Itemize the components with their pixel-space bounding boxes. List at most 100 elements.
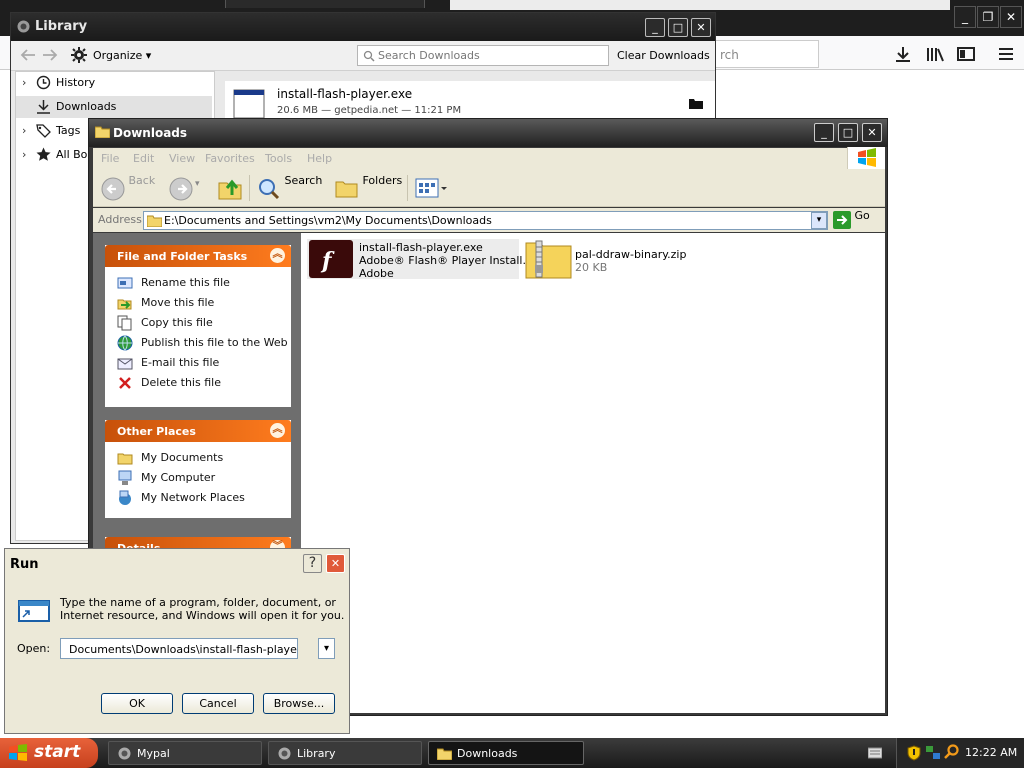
open-dropdown-button[interactable]: ▾ [318, 638, 335, 659]
search-icon[interactable] [944, 744, 960, 760]
browser-tab-strip [450, 0, 950, 10]
address-value: E:\Documents and Settings\vm2\My Documen… [164, 214, 492, 227]
browser-search-input[interactable]: rch [715, 40, 819, 68]
browser-minimize-button[interactable]: _ [954, 6, 976, 28]
back-arrow-icon[interactable] [19, 47, 37, 63]
library-close-button[interactable]: ✕ [691, 18, 711, 37]
search-button[interactable]: Search [257, 174, 322, 201]
download-arrow-icon[interactable] [893, 44, 913, 64]
library-minimize-button[interactable]: _ [645, 18, 665, 37]
go-button[interactable]: Go [833, 209, 870, 229]
task-rename-file[interactable]: Rename this file [117, 275, 230, 293]
menu-help[interactable]: Help [307, 152, 332, 165]
other-places-header[interactable]: Other Places ︽ [105, 420, 291, 442]
place-my-network-places[interactable]: My Network Places [117, 490, 245, 508]
place-my-computer[interactable]: My Computer [117, 470, 215, 488]
open-input[interactable]: Documents\Downloads\install-flash-player… [60, 638, 298, 659]
file-description: Adobe® Flash® Player Install... [359, 254, 533, 267]
organize-button[interactable]: Organize ▾ [93, 49, 151, 62]
expand-arrow-icon[interactable]: › [22, 144, 26, 166]
address-dropdown-button[interactable]: ▾ [811, 212, 827, 229]
taskbar-button-downloads[interactable]: Downloads [428, 741, 584, 765]
windows-logo-icon [847, 147, 885, 169]
explorer-titlebar[interactable]: Downloads [89, 119, 887, 147]
help-button[interactable]: ? [303, 554, 322, 573]
task-publish-web[interactable]: Publish this file to the Web [117, 335, 288, 353]
task-email-file[interactable]: E-mail this file [117, 355, 219, 373]
download-meta: 20.6 MB — getpedia.net — 11:21 PM [277, 105, 462, 116]
explorer-minimize-button[interactable]: _ [814, 123, 834, 142]
cancel-button[interactable]: Cancel [182, 693, 254, 714]
explorer-maximize-button[interactable]: □ [838, 123, 858, 142]
file-folder-tasks-header[interactable]: File and Folder Tasks ︽ [105, 245, 291, 267]
sidebar-item-downloads[interactable]: Downloads [16, 96, 212, 118]
library-title: Library [35, 19, 88, 34]
hamburger-menu-icon[interactable] [996, 44, 1016, 64]
taskbar-button-library[interactable]: Library [268, 741, 422, 765]
menu-file[interactable]: File [101, 152, 119, 165]
expand-arrow-icon[interactable]: › [22, 120, 26, 142]
network-tray-icon[interactable] [925, 745, 941, 761]
task-copy-file[interactable]: Copy this file [117, 315, 213, 333]
library-icon[interactable] [925, 44, 945, 64]
mypal-app-icon [117, 746, 132, 761]
sidebar-item-label: Tags [56, 124, 81, 137]
security-shield-icon[interactable] [907, 745, 921, 761]
library-maximize-button[interactable]: □ [668, 18, 688, 37]
taskbar-button-mypal[interactable]: Mypal [108, 741, 262, 765]
menu-view[interactable]: View [169, 152, 195, 165]
clear-downloads-button[interactable]: Clear Downloads [617, 49, 710, 62]
windows-logo-icon [8, 744, 28, 762]
back-button[interactable]: Back [101, 174, 155, 201]
task-label: Rename this file [141, 276, 230, 289]
menu-tools[interactable]: Tools [265, 152, 292, 165]
forward-arrow-icon[interactable] [41, 47, 59, 63]
run-titlebar[interactable]: Run [5, 549, 349, 579]
place-label: My Computer [141, 471, 216, 484]
sidebar-icon[interactable] [956, 44, 976, 64]
explorer-title: Downloads [113, 126, 188, 140]
folders-button[interactable]: Folders [335, 174, 402, 199]
views-button[interactable] [415, 177, 449, 199]
forward-button[interactable] [169, 177, 193, 201]
chevron-down-icon[interactable]: ▾ [195, 179, 200, 189]
gear-icon[interactable] [71, 47, 87, 63]
menu-edit[interactable]: Edit [133, 152, 154, 165]
run-close-button[interactable]: ✕ [326, 554, 345, 573]
expand-arrow-icon[interactable]: › [22, 72, 26, 94]
browse-button[interactable]: Browse... [263, 693, 335, 714]
panel-title: Other Places [117, 425, 196, 438]
file-item-flash-installer[interactable]: f install-flash-player.exe Adobe® Flash®… [307, 239, 533, 280]
task-label: Copy this file [141, 316, 213, 329]
library-titlebar[interactable]: Library [11, 13, 715, 41]
search-placeholder: Search Downloads [378, 49, 480, 62]
task-delete-file[interactable]: Delete this file [117, 375, 221, 393]
email-icon [117, 355, 133, 371]
place-my-documents[interactable]: My Documents [117, 450, 223, 468]
globe-icon [117, 335, 133, 351]
download-arrow-icon [36, 99, 51, 114]
move-icon [117, 295, 133, 311]
library-search-input[interactable]: Search Downloads [357, 45, 609, 66]
file-folder-tasks-panel: File and Folder Tasks ︽ Rename this file… [105, 245, 291, 407]
clock[interactable]: 12:22 AM [965, 746, 1017, 759]
collapse-chevron-icon[interactable]: ︽ [270, 423, 285, 438]
browser-close-button[interactable]: ✕ [1000, 6, 1022, 28]
menu-favorites[interactable]: Favorites [205, 152, 255, 165]
address-input[interactable]: E:\Documents and Settings\vm2\My Documen… [143, 211, 828, 230]
browser-restore-button[interactable]: ❐ [977, 6, 999, 28]
explorer-close-button[interactable]: ✕ [862, 123, 882, 142]
task-move-file[interactable]: Move this file [117, 295, 214, 313]
sidebar-item-history[interactable]: › History [16, 72, 212, 94]
collapse-chevron-icon[interactable]: ︽ [270, 248, 285, 263]
ok-button[interactable]: OK [101, 693, 173, 714]
file-item-zip[interactable]: pal-ddraw-binary.zip 20 KB [523, 239, 693, 279]
up-folder-button[interactable] [217, 175, 243, 201]
file-name: install-flash-player.exe [359, 241, 483, 254]
open-folder-icon[interactable] [689, 97, 703, 109]
task-label: Delete this file [141, 376, 221, 389]
run-description-line1: Type the name of a program, folder, docu… [60, 596, 336, 609]
start-button[interactable]: start [0, 738, 98, 768]
keyboard-icon[interactable] [868, 747, 882, 759]
browser-tab[interactable] [225, 0, 425, 8]
